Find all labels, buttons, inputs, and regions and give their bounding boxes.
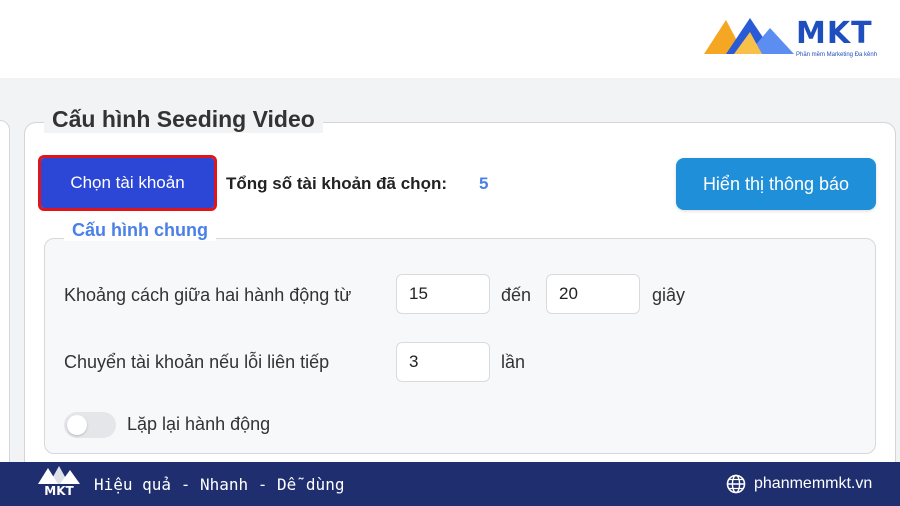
footer-website[interactable]: phanmemmkt.vn — [726, 474, 872, 494]
show-notification-button[interactable]: Hiển thị thông báo — [676, 158, 876, 210]
total-accounts-label: Tổng số tài khoản đã chọn: — [226, 174, 447, 193]
interval-to-word: đến — [501, 285, 532, 305]
top-header: MKT Phần mềm Marketing Đa kênh — [0, 0, 900, 78]
logo-tagline: Phần mềm Marketing Đa kênh — [796, 52, 878, 58]
general-config-title: Cấu hình chung — [64, 220, 216, 241]
footer-logo: MKT — [38, 466, 80, 502]
panel-title: Cấu hình Seeding Video — [44, 106, 323, 133]
mkt-logo: MKT Phần mềm Marketing Đa kênh — [704, 14, 886, 62]
switch-account-input[interactable]: 3 — [396, 342, 490, 382]
website-text: phanmemmkt.vn — [754, 475, 873, 492]
interval-to-input[interactable]: 20 — [546, 274, 640, 314]
choose-account-button[interactable]: Chọn tài khoản — [38, 155, 217, 211]
footer-logo-icon — [38, 466, 80, 484]
logo-wordmark: MKT — [796, 16, 873, 51]
toggle-knob — [67, 415, 87, 435]
repeat-action-toggle[interactable] — [64, 412, 116, 438]
interval-label: Khoảng cách giữa hai hành động từ — [64, 285, 352, 305]
total-accounts-count: 5 — [479, 174, 489, 193]
switch-account-label: Chuyển tài khoản nếu lỗi liên tiếp — [64, 352, 330, 372]
interval-unit: giây — [652, 285, 686, 305]
mkt-logo-icon — [704, 18, 794, 54]
interval-from-input[interactable]: 15 — [396, 274, 490, 314]
footer-slogan: Hiệu quả - Nhanh - Dễ dùng — [94, 475, 345, 494]
footer-bar: MKT Hiệu quả - Nhanh - Dễ dùng phanmemmk… — [0, 462, 900, 506]
switch-account-unit: lần — [501, 352, 526, 372]
footer-logo-wordmark: MKT — [44, 484, 74, 498]
repeat-action-label: Lặp lại hành động — [127, 414, 271, 434]
globe-icon — [726, 474, 746, 494]
app-area: Cấu hình Seeding Video Chọn tài khoản Tổ… — [0, 78, 900, 482]
left-panel-edge — [0, 120, 10, 480]
